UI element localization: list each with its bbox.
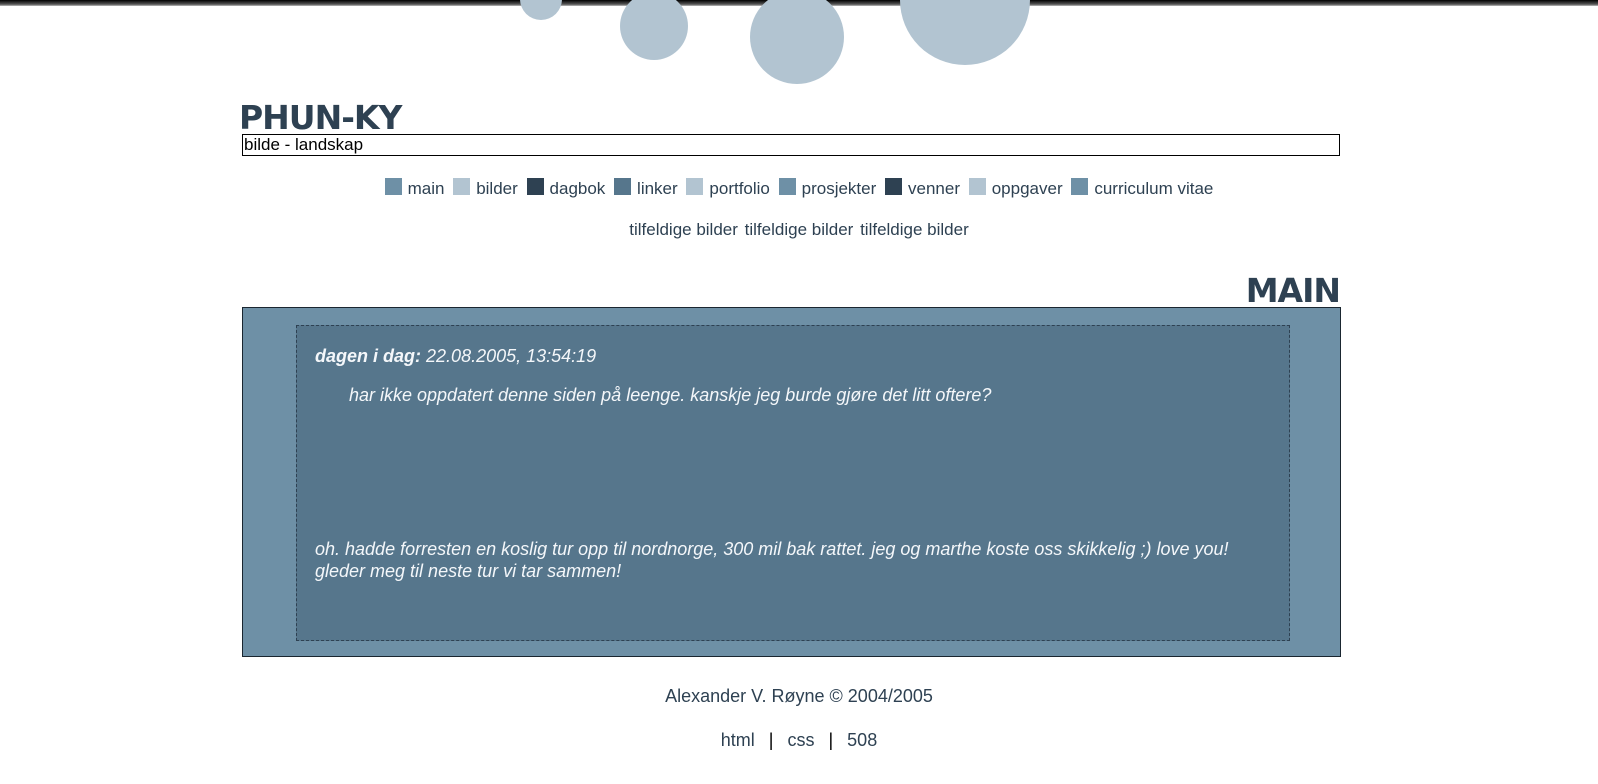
section-title: MAIN xyxy=(1245,271,1341,310)
date-value: 22.08.2005, 13:54:19 xyxy=(426,346,597,366)
entry-paragraph: har ikke oppdatert denne siden på leenge… xyxy=(349,385,992,405)
nav-square-icon xyxy=(778,178,796,195)
nav-square-icon xyxy=(384,178,402,195)
nav-item-label: bilder xyxy=(476,179,518,198)
entry-date: dagen i dag: 22.08.2005, 13:54:19 xyxy=(315,345,596,367)
nav-item-label: linker xyxy=(637,179,678,198)
footer-separator: | xyxy=(768,730,774,750)
nav-square-icon xyxy=(686,178,704,195)
entry-paragraph: oh. hadde forresten en koslig tur opp ti… xyxy=(315,539,1229,581)
decorative-circle xyxy=(620,0,688,60)
random-images-links: tilfeldige bilder tilfeldige bilder tilf… xyxy=(0,219,1598,241)
nav-item-label: curriculum vitae xyxy=(1094,179,1214,198)
nav-square-icon xyxy=(614,178,632,195)
nav-item-bilder[interactable]: bilder xyxy=(453,178,518,200)
nav-square-icon xyxy=(453,178,471,195)
nav-square-icon xyxy=(885,178,902,195)
content-panel: dagen i dag: 22.08.2005, 13:54:19 har ik… xyxy=(242,307,1341,657)
site-logo[interactable]: PHUN-KY xyxy=(239,100,402,136)
main-nav: main bilder dagbok linker portfolio pros… xyxy=(0,178,1598,200)
random-images-link[interactable]: tilfeldige bilder xyxy=(745,220,854,239)
nav-item-oppgaver[interactable]: oppgaver xyxy=(968,178,1063,200)
nav-item-main[interactable]: main xyxy=(384,178,445,200)
nav-item-label: portfolio xyxy=(709,179,770,198)
footer-link-html[interactable]: html xyxy=(721,730,755,750)
date-label: dagen i dag: xyxy=(315,346,422,366)
nav-item-prosjekter[interactable]: prosjekter xyxy=(778,178,877,200)
diary-entry: dagen i dag: 22.08.2005, 13:54:19 har ik… xyxy=(296,325,1290,641)
footer-copyright: Alexander V. Røyne © 2004/2005 xyxy=(665,686,933,706)
nav-item-linker[interactable]: linker xyxy=(614,178,678,200)
nav-item-venner[interactable]: venner xyxy=(885,178,960,200)
nav-square-icon xyxy=(526,178,544,195)
decorative-circle xyxy=(750,0,844,84)
random-images-link[interactable]: tilfeldige bilder xyxy=(860,220,969,239)
footer-separator: | xyxy=(828,730,834,750)
search-input[interactable] xyxy=(242,134,1340,156)
nav-item-label: venner xyxy=(908,179,960,198)
nav-item-label: prosjekter xyxy=(801,179,877,198)
decorative-circle xyxy=(520,0,562,20)
nav-item-label: main xyxy=(407,179,445,198)
decorative-circle xyxy=(900,0,1030,65)
footer-link-508[interactable]: 508 xyxy=(847,730,877,750)
nav-item-dagbok[interactable]: dagbok xyxy=(526,178,606,200)
footer-links: html | css | 508 xyxy=(0,729,1598,751)
nav-item-label: oppgaver xyxy=(991,179,1063,198)
nav-square-icon xyxy=(968,178,986,195)
nav-item-label: dagbok xyxy=(549,179,606,198)
footer-link-css[interactable]: css xyxy=(787,730,814,750)
nav-square-icon xyxy=(1071,178,1089,195)
nav-item-portfolio[interactable]: portfolio xyxy=(686,178,770,200)
nav-item-curriculum-vitae[interactable]: curriculum vitae xyxy=(1071,178,1213,200)
random-images-link[interactable]: tilfeldige bilder xyxy=(629,220,738,239)
